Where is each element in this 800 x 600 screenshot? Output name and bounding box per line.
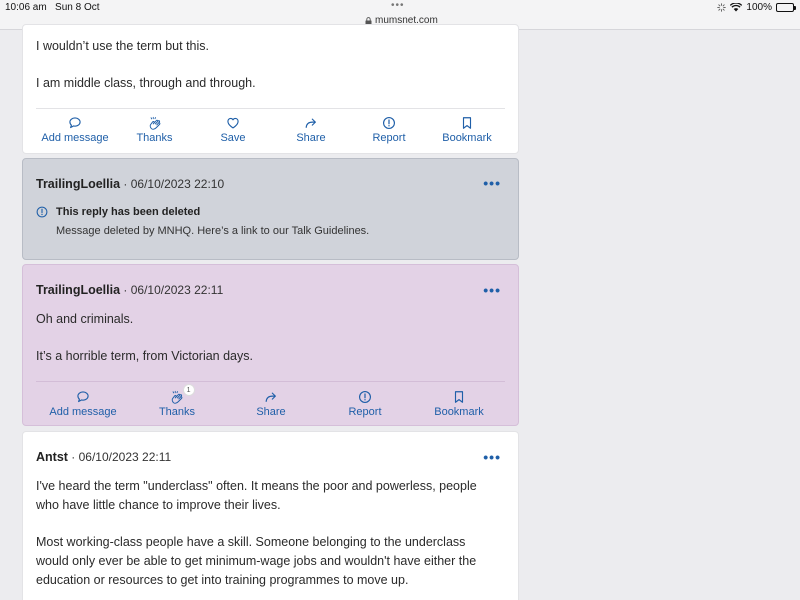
- thanks-label: Thanks: [136, 132, 173, 144]
- more-options-icon[interactable]: •••: [483, 176, 501, 190]
- deleted-notice-text: Message deleted by MNHQ. Here’s a link t…: [56, 225, 370, 237]
- more-options-icon[interactable]: •••: [483, 283, 501, 297]
- thanks-label: Thanks: [158, 406, 196, 418]
- post-card: Antst · 06/10/2023 22:11 ••• I've heard …: [22, 431, 519, 600]
- exclamation-circle-icon: [359, 391, 371, 403]
- loading-icon: [717, 3, 727, 12]
- thanks-button[interactable]: Thanks: [127, 116, 182, 144]
- post-header: Antst · 06/10/2023 22:11: [36, 450, 171, 464]
- status-time: 10:06 am Sun 8 Oct: [5, 2, 100, 13]
- share-arrow-icon: [305, 118, 316, 128]
- add-message-button[interactable]: Add message: [36, 390, 130, 418]
- share-arrow-icon: [265, 392, 276, 402]
- save-label: Save: [220, 132, 246, 144]
- author-name[interactable]: Antst: [36, 450, 68, 464]
- heart-icon: [227, 117, 239, 129]
- status-right: 100%: [717, 2, 796, 13]
- add-message-button[interactable]: Add message: [23, 116, 127, 144]
- clap-icon: [149, 116, 160, 130]
- clap-icon: [171, 390, 183, 404]
- post-header: TrailingLoellia · 06/10/2023 22:11: [36, 283, 223, 297]
- date: Sun 8 Oct: [55, 2, 100, 13]
- add-message-label: Add message: [49, 406, 117, 418]
- info-icon: [36, 206, 48, 218]
- post-card-highlighted: TrailingLoellia · 06/10/2023 22:11 ••• O…: [22, 264, 519, 426]
- divider: [36, 108, 505, 109]
- thanks-count-badge: 1: [182, 384, 195, 396]
- more-options-icon[interactable]: •••: [483, 450, 501, 464]
- battery-percent: 100%: [746, 2, 772, 13]
- report-label: Report: [348, 406, 382, 418]
- share-label: Share: [296, 132, 326, 144]
- report-label: Report: [372, 132, 406, 144]
- post-text: would only ever be able to get minimum-w…: [36, 554, 477, 568]
- post-text: Most working-class people have a skill. …: [36, 535, 466, 549]
- post-timestamp: · 06/10/2023 22:11: [123, 283, 224, 297]
- add-message-label: Add message: [41, 132, 109, 144]
- post-timestamp: · 06/10/2023 22:10: [123, 177, 225, 191]
- post-text: I've heard the term "underclass" often. …: [36, 479, 477, 493]
- post-text: I am middle class, through and through.: [36, 76, 256, 90]
- bookmark-button[interactable]: Bookmark: [440, 116, 494, 144]
- post-header: TrailingLoellia · 06/10/2023 22:10: [36, 177, 224, 191]
- report-button[interactable]: Report: [338, 116, 440, 144]
- divider: [36, 381, 505, 382]
- save-button[interactable]: Save: [182, 116, 284, 144]
- post-actions: Add message Thanks Save Share Report Boo…: [23, 116, 494, 144]
- deleted-notice-title: This reply has been deleted: [56, 206, 201, 218]
- bookmark-button[interactable]: Bookmark: [412, 390, 506, 418]
- exclamation-circle-icon: [383, 117, 395, 129]
- deleted-post-card: TrailingLoellia · 06/10/2023 22:10 ••• T…: [22, 158, 519, 260]
- post-text: It’s a horrible term, from Victorian day…: [36, 349, 253, 363]
- author-name[interactable]: TrailingLoellia: [36, 283, 120, 297]
- share-button[interactable]: Share: [284, 116, 338, 144]
- share-label: Share: [256, 406, 286, 418]
- share-button[interactable]: Share: [224, 390, 318, 418]
- report-button[interactable]: Report: [318, 390, 412, 418]
- author-name[interactable]: TrailingLoellia: [36, 177, 120, 191]
- post-actions: Add message 1 Thanks Share Report Bookma…: [36, 384, 506, 418]
- post-timestamp: · 06/10/2023 22:11: [71, 450, 172, 464]
- bookmark-label: Bookmark: [434, 406, 484, 418]
- post-text: I wouldn’t use the term but this.: [36, 39, 210, 53]
- post-text: education or resources to get into train…: [36, 573, 409, 587]
- multitask-dots-icon[interactable]: •••: [391, 0, 405, 11]
- post-card: I wouldn’t use the term but this. I am m…: [22, 24, 519, 154]
- post-text: who have little chance to improve their …: [36, 498, 281, 512]
- speech-bubble-icon: [77, 391, 89, 403]
- thanks-button[interactable]: 1 Thanks: [130, 384, 224, 418]
- speech-bubble-icon: [69, 117, 81, 129]
- post-text: Oh and criminals.: [36, 312, 134, 326]
- bookmark-icon: [462, 117, 472, 129]
- battery-icon: [776, 3, 796, 12]
- bookmark-label: Bookmark: [442, 132, 492, 144]
- wifi-icon: [730, 3, 743, 12]
- clock: 10:06 am: [5, 2, 47, 13]
- bookmark-icon: [454, 391, 464, 403]
